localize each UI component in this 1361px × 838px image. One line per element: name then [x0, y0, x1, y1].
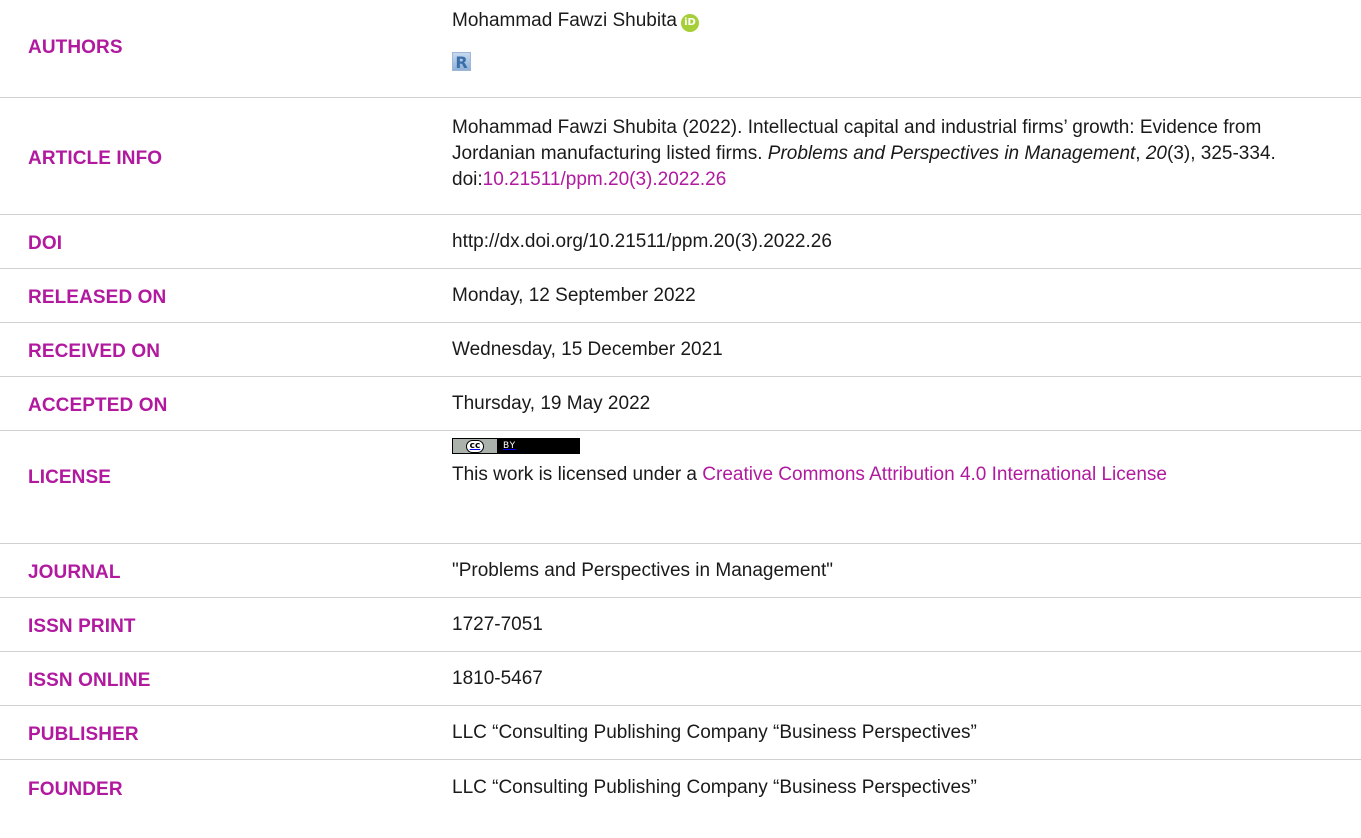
row-accepted-on: ACCEPTED ON Thursday, 19 May 2022 — [0, 376, 1361, 431]
license-link[interactable]: Creative Commons Attribution 4.0 Interna… — [702, 464, 1167, 485]
publisher-label: PUBLISHER — [28, 724, 139, 745]
journal-value: "Problems and Perspectives in Management… — [452, 560, 834, 581]
issn-print-value: 1727-7051 — [452, 614, 543, 635]
doi-label: DOI — [28, 233, 63, 254]
license-value: This work is licensed under a Creative C… — [452, 462, 1332, 488]
row-journal: JOURNAL "Problems and Perspectives in Ma… — [0, 543, 1361, 598]
journal-label: JOURNAL — [28, 562, 121, 583]
issn-print-label: ISSN PRINT — [28, 616, 136, 637]
received-on-value: Wednesday, 15 December 2021 — [452, 339, 723, 360]
citation-volume: 20 — [1145, 143, 1167, 164]
row-issn-print: ISSN PRINT 1727-7051 — [0, 597, 1361, 652]
founder-label: FOUNDER — [28, 779, 123, 800]
row-publisher: PUBLISHER LLC “Consulting Publishing Com… — [0, 705, 1361, 760]
row-article-info: ARTICLE INFO Mohammad Fawzi Shubita (202… — [0, 97, 1361, 215]
license-label: LICENSE — [28, 467, 112, 488]
row-authors: AUTHORS Mohammad Fawzi Shubita iD R — [0, 0, 1361, 97]
issn-online-label: ISSN ONLINE — [28, 670, 151, 691]
researcherid-icon[interactable]: R — [452, 52, 471, 72]
founder-value: LLC “Consulting Publishing Company “Busi… — [452, 777, 977, 798]
row-founder: FOUNDER LLC “Consulting Publishing Compa… — [0, 759, 1361, 838]
orcid-icon[interactable]: iD — [680, 14, 699, 32]
accepted-on-value: Thursday, 19 May 2022 — [452, 393, 651, 414]
cc-badge-cc: cc — [465, 439, 485, 453]
received-on-label: RECEIVED ON — [28, 341, 161, 362]
row-received-on: RECEIVED ON Wednesday, 15 December 2021 — [0, 322, 1361, 377]
article-info-value: Mohammad Fawzi Shubita (2022). Intellect… — [452, 115, 1332, 193]
cc-badge-by: BY — [497, 439, 579, 453]
citation-doi-link[interactable]: 10.21511/ppm.20(3).2022.26 — [483, 169, 727, 190]
accepted-on-label: ACCEPTED ON — [28, 395, 168, 416]
authors-label: AUTHORS — [28, 37, 123, 58]
released-on-label: RELEASED ON — [28, 287, 167, 308]
row-released-on: RELEASED ON Monday, 12 September 2022 — [0, 268, 1361, 323]
row-doi: DOI http://dx.doi.org/10.21511/ppm.20(3)… — [0, 214, 1361, 269]
row-license: LICENSE cc BY This work is licensed unde… — [0, 430, 1361, 544]
issn-online-value: 1810-5467 — [452, 668, 543, 689]
publisher-value: LLC “Consulting Publishing Company “Busi… — [452, 722, 977, 743]
released-on-value: Monday, 12 September 2022 — [452, 285, 696, 306]
citation-comma: , — [1135, 143, 1146, 164]
row-issn-online: ISSN ONLINE 1810-5467 — [0, 651, 1361, 706]
cc-by-badge[interactable]: cc BY — [452, 438, 580, 454]
authors-value: Mohammad Fawzi Shubita iD — [452, 8, 1332, 34]
license-text: This work is licensed under a — [452, 464, 703, 485]
article-info-label: ARTICLE INFO — [28, 148, 163, 169]
doi-value: http://dx.doi.org/10.21511/ppm.20(3).202… — [452, 231, 832, 252]
author-name: Mohammad Fawzi Shubita — [452, 10, 677, 31]
citation-journal: Problems and Perspectives in Management — [767, 143, 1136, 164]
